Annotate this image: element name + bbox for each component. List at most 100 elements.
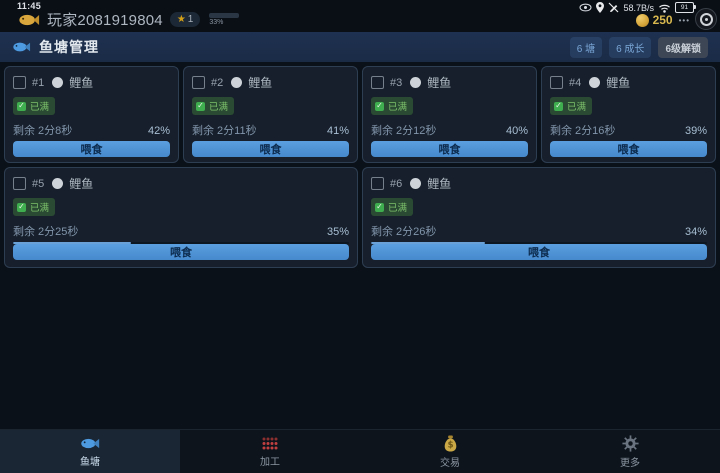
- top-status-area: 11:45 58.7B/s 91 玩家2081919804 ★ 1 33% 25…: [0, 0, 720, 32]
- check-icon: ✓: [554, 101, 563, 111]
- pond-card: #6 鲤鱼 ✓ 已满 剩余 2分26秒 34% 喂食: [362, 167, 716, 268]
- player-level: 1: [187, 14, 194, 25]
- status-label: 已满: [30, 102, 50, 113]
- feed-button[interactable]: 喂食: [13, 141, 170, 157]
- tab-more[interactable]: 更多: [540, 430, 720, 473]
- fish-avatar-icon: [231, 77, 243, 88]
- pond-card-title: #3 鲤鱼: [371, 74, 528, 91]
- bottom-nav: 鱼塘 加工 $ 交易 更多: [0, 429, 720, 473]
- pond-checkbox[interactable]: [13, 76, 26, 89]
- tab-label: 更多: [620, 457, 640, 469]
- pen-off-icon: [608, 2, 619, 13]
- money-bag-icon: $: [444, 435, 456, 451]
- progress-percent: 35%: [326, 226, 349, 238]
- fish-name: 鲤鱼: [69, 76, 94, 90]
- pond-checkbox[interactable]: [13, 177, 26, 190]
- pond-checkbox[interactable]: [192, 76, 205, 89]
- fish-avatar-icon: [589, 77, 601, 88]
- status-label: 已满: [388, 203, 408, 214]
- player-level-badge: ★ 1: [169, 12, 201, 27]
- location-icon: [596, 2, 605, 13]
- status-badge: ✓ 已满: [13, 97, 56, 115]
- pond-card-title: #2 鲤鱼: [192, 74, 349, 91]
- player-avatar-fish-icon: [19, 14, 40, 25]
- eye-icon: [579, 3, 592, 12]
- overflow-dots-icon[interactable]: •••: [679, 16, 690, 25]
- pond-id: #5: [32, 177, 45, 190]
- page-title: 鱼塘管理: [39, 39, 99, 55]
- coin-counter: 250 •••: [635, 13, 690, 27]
- pond-grid: #1 鲤鱼 ✓ 已满 剩余 2分8秒 42% 喂食 #2 鲤鱼 ✓ 已满 剩余 …: [4, 66, 716, 268]
- tab-label: 加工: [260, 456, 280, 468]
- status-label: 已满: [567, 102, 587, 113]
- progress-percent: 40%: [505, 125, 528, 137]
- main-content: #1 鲤鱼 ✓ 已满 剩余 2分8秒 42% 喂食 #2 鲤鱼 ✓ 已满 剩余 …: [0, 62, 720, 430]
- svg-text:$: $: [447, 439, 453, 449]
- gear-icon: [621, 434, 639, 452]
- feed-button[interactable]: 喂食: [371, 141, 528, 157]
- pond-card: #5 鲤鱼 ✓ 已满 剩余 2分25秒 35% 喂食: [4, 167, 358, 268]
- xp-progress-bar: [209, 13, 240, 18]
- tab-label: 鱼塘: [80, 456, 100, 468]
- page-header: 鱼塘管理 6 塘 6 成长 6级解锁: [0, 32, 720, 62]
- check-icon: ✓: [375, 202, 384, 212]
- floating-record-button[interactable]: [695, 8, 717, 30]
- tab-trade[interactable]: $ 交易: [360, 430, 540, 473]
- pond-id: #1: [32, 76, 45, 89]
- check-icon: ✓: [375, 101, 384, 111]
- fish-icon: [13, 42, 31, 52]
- time-row: 剩余 2分8秒 42%: [13, 122, 170, 138]
- pond-checkbox[interactable]: [371, 177, 384, 190]
- record-ring-icon: [699, 12, 713, 26]
- feed-button[interactable]: 喂食: [550, 141, 707, 157]
- status-badge: ✓ 已满: [371, 198, 414, 216]
- fish-avatar-icon: [52, 77, 64, 88]
- screen: 11:45 58.7B/s 91 玩家2081919804 ★ 1 33% 25…: [0, 0, 720, 473]
- network-speed: 58.7B/s: [623, 2, 654, 13]
- fish-avatar-icon: [410, 178, 422, 189]
- pond-card-title: #4 鲤鱼: [550, 74, 707, 91]
- player-name: 玩家2081919804: [47, 12, 163, 29]
- progress-percent: 39%: [684, 125, 707, 137]
- pond-id: #2: [211, 76, 224, 89]
- star-icon: ★: [176, 14, 186, 25]
- time-row: 剩余 2分16秒 39%: [550, 122, 707, 138]
- machine-icon: [262, 437, 278, 449]
- system-status-icons: 58.7B/s 91: [579, 2, 696, 13]
- unlock-level-button[interactable]: 6级解锁: [658, 36, 708, 58]
- pond-card: #1 鲤鱼 ✓ 已满 剩余 2分8秒 42% 喂食: [4, 66, 179, 163]
- remaining-time: 剩余 2分26秒: [371, 226, 437, 238]
- status-label: 已满: [209, 102, 229, 113]
- progress-percent: 42%: [147, 125, 170, 137]
- feed-button[interactable]: 喂食: [371, 244, 707, 260]
- pond-checkbox[interactable]: [550, 76, 563, 89]
- wifi-icon: [658, 3, 671, 13]
- player-info: 玩家2081919804 ★ 1 33%: [18, 9, 240, 30]
- tab-fish-pond[interactable]: 鱼塘: [0, 430, 180, 473]
- status-badge: ✓ 已满: [192, 97, 235, 115]
- battery-icon: 91: [675, 2, 696, 13]
- remaining-time: 剩余 2分11秒: [192, 125, 257, 137]
- progress-percent: 41%: [326, 125, 349, 137]
- status-label: 已满: [388, 102, 408, 113]
- feed-button[interactable]: 喂食: [13, 244, 349, 260]
- fish-avatar-icon: [410, 77, 422, 88]
- pond-checkbox[interactable]: [371, 76, 384, 89]
- fish-name: 鲤鱼: [606, 76, 631, 90]
- fish-name: 鲤鱼: [248, 76, 273, 90]
- fish-name: 鲤鱼: [69, 177, 94, 191]
- pond-card: #4 鲤鱼 ✓ 已满 剩余 2分16秒 39% 喂食: [541, 66, 716, 163]
- tab-processing[interactable]: 加工: [180, 430, 360, 473]
- battery-level: 91: [680, 4, 689, 11]
- time-row: 剩余 2分11秒 41%: [192, 122, 349, 138]
- growing-count-badge: 6 成长: [609, 36, 652, 58]
- status-badge: ✓ 已满: [13, 198, 56, 216]
- check-icon: ✓: [196, 101, 205, 111]
- fish-icon: [81, 438, 100, 448]
- pond-id: #4: [569, 76, 582, 89]
- pond-card: #2 鲤鱼 ✓ 已满 剩余 2分11秒 41% 喂食: [183, 66, 358, 163]
- remaining-time: 剩余 2分8秒: [13, 125, 73, 137]
- feed-button[interactable]: 喂食: [192, 141, 349, 157]
- header-badges: 6 塘 6 成长 6级解锁: [569, 36, 708, 58]
- fish-avatar-icon: [52, 178, 64, 189]
